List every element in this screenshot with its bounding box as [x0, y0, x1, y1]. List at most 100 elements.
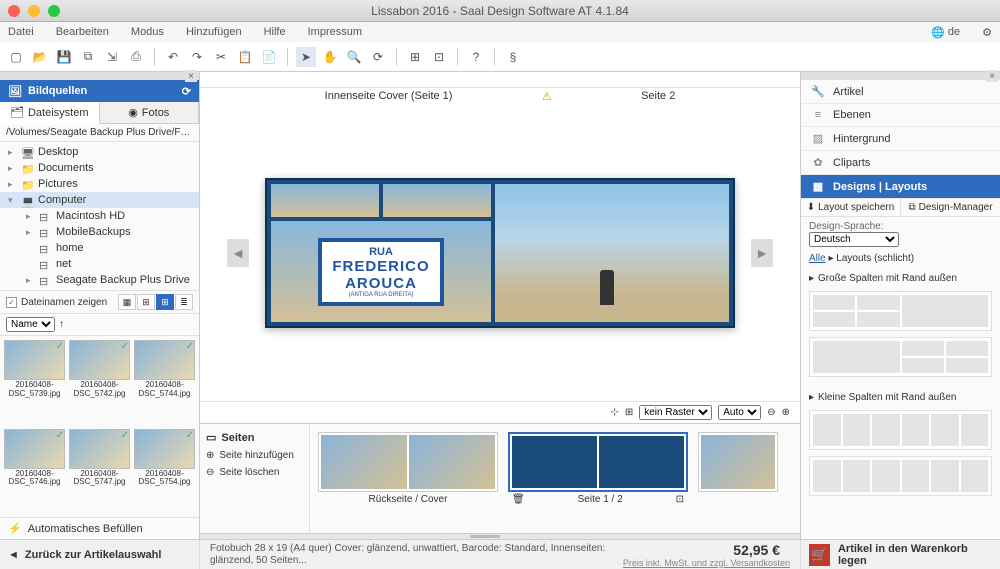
layout-group-large[interactable]: ▸Große Spalten mit Rand außen	[803, 270, 998, 287]
price-disclaimer: Preis inkl. MwSt. und zzgl. Versandkoste…	[623, 558, 790, 568]
accordion-cliparts[interactable]: ✿Cliparts	[801, 151, 1000, 175]
save-icon[interactable]: 💾	[54, 47, 74, 67]
warning-icon[interactable]: ⚠	[542, 90, 552, 103]
print-icon[interactable]: ⎙	[126, 47, 146, 67]
menu-modus[interactable]: Modus	[131, 26, 164, 38]
photo-frame-sign[interactable]: RUA FREDERICO AROUCA (ANTIGA RUA DIREITA…	[271, 221, 491, 322]
zoom-select[interactable]: Auto	[718, 405, 761, 420]
filter-all-link[interactable]: Alle	[809, 253, 826, 264]
accordion-designs[interactable]: ▦Designs | Layouts	[801, 175, 1000, 199]
crop-icon[interactable]: ⊡	[429, 47, 449, 67]
accordion-artikel[interactable]: 🔧Artikel	[801, 80, 1000, 104]
thumb-item[interactable]: ✓20160408-DSC_5746.jpg	[4, 429, 65, 514]
tree-drive-home[interactable]: ⊟home	[0, 240, 199, 256]
thumb-item[interactable]: ✓20160408-DSC_5744.jpg	[134, 340, 195, 425]
page-label-left: Innenseite Cover (Seite 1)	[325, 90, 453, 103]
menu-bearbeiten[interactable]: Bearbeiten	[56, 26, 109, 38]
horizontal-scrollbar[interactable]	[200, 533, 800, 539]
export-icon[interactable]: ⇲	[102, 47, 122, 67]
lock-icon[interactable]: ⊡	[676, 494, 684, 505]
zoom-tool-icon[interactable]: 🔍	[344, 47, 364, 67]
thumb-item[interactable]: ✓20160408-DSC_5739.jpg	[4, 340, 65, 425]
close-right-panel-icon[interactable]: ×	[986, 70, 998, 82]
tree-computer[interactable]: ▾💻Computer	[0, 192, 199, 208]
design-language-label: Design-Sprache:	[809, 221, 992, 232]
menu-impressum[interactable]: Impressum	[308, 26, 362, 38]
undo-icon[interactable]: ↶	[163, 47, 183, 67]
help-icon[interactable]: ?	[466, 47, 486, 67]
menu-hilfe[interactable]: Hilfe	[264, 26, 286, 38]
add-page-button[interactable]: ⊕Seite hinzufügen	[204, 447, 305, 464]
tree-pictures[interactable]: ▸📁Pictures	[0, 176, 199, 192]
thumb-item[interactable]: ✓20160408-DSC_5742.jpg	[69, 340, 130, 425]
open-folder-icon[interactable]: 📂	[30, 47, 50, 67]
tree-drive-seagate[interactable]: ▸⊟Seagate Backup Plus Drive	[0, 272, 199, 288]
redo-icon[interactable]: ↷	[187, 47, 207, 67]
cut-icon[interactable]: ✂	[211, 47, 231, 67]
accordion-hintergrund[interactable]: ▨Hintergrund	[801, 127, 1000, 151]
show-filenames-checkbox[interactable]: ✓	[6, 297, 17, 308]
tab-fotos[interactable]: ◉ Fotos	[100, 102, 200, 123]
thumb-item[interactable]: ✓20160408-DSC_5754.jpg	[134, 429, 195, 514]
add-to-cart-button[interactable]: 🛒 Artikel in den Warenkorb legen	[800, 540, 1000, 569]
next-page-button[interactable]: ►	[751, 239, 773, 267]
snap-icon[interactable]: ⊹	[610, 407, 618, 418]
hand-tool-icon[interactable]: ✋	[320, 47, 340, 67]
view-small-icon[interactable]: ▦	[118, 294, 136, 310]
layout-template[interactable]	[809, 291, 992, 331]
menu-datei[interactable]: Datei	[8, 26, 34, 38]
settings-gear-icon[interactable]: ⚙	[982, 26, 992, 39]
clipboard-icon[interactable]: 📄	[259, 47, 279, 67]
tree-drive-macintosh[interactable]: ▸⊟Macintosh HD	[0, 208, 199, 224]
pointer-tool-icon[interactable]: ➤	[296, 47, 316, 67]
tab-filesystem[interactable]: 🗂 Dateisystem	[0, 102, 100, 124]
page-thumb-cover[interactable]: Rückseite / Cover	[318, 432, 498, 505]
back-to-articles-button[interactable]: ◄ Zurück zur Artikelauswahl	[0, 540, 200, 569]
paste-icon[interactable]: 📋	[235, 47, 255, 67]
menu-hinzufuegen[interactable]: Hinzufügen	[186, 26, 242, 38]
language-selector[interactable]: 🌐 de	[931, 26, 960, 39]
grid-icon[interactable]: ⊞	[625, 407, 633, 418]
trash-icon[interactable]: 🗑	[512, 494, 525, 505]
view-list-icon[interactable]: ≣	[175, 294, 193, 310]
tree-drive-net[interactable]: ⊟net	[0, 256, 199, 272]
design-manager-button[interactable]: ⧉Design-Manager	[901, 199, 1000, 216]
layout-template[interactable]	[809, 337, 992, 377]
thumb-item[interactable]: ✓20160408-DSC_5747.jpg	[69, 429, 130, 514]
design-language-select[interactable]: Deutsch	[809, 232, 899, 247]
page-spread[interactable]: RUA FREDERICO AROUCA (ANTIGA RUA DIREITA…	[265, 178, 735, 328]
folder-tree: ▸🖥Desktop ▸📁Documents ▸📁Pictures ▾💻Compu…	[0, 142, 199, 290]
page-thumb-3-4[interactable]	[698, 432, 778, 492]
tree-desktop[interactable]: ▸🖥Desktop	[0, 144, 199, 160]
save-layout-button[interactable]: ⬇Layout speichern	[801, 199, 901, 216]
layout-template[interactable]	[809, 456, 992, 496]
layout-group-small[interactable]: ▸Kleine Spalten mit Rand außen	[803, 389, 998, 406]
tree-documents[interactable]: ▸📁Documents	[0, 160, 199, 176]
footer-bar: ◄ Zurück zur Artikelauswahl Fotobuch 28 …	[0, 539, 1000, 569]
zoom-out-icon[interactable]: ⊖	[767, 407, 775, 418]
refresh-icon[interactable]: ⟳	[182, 85, 191, 98]
zoom-in-icon[interactable]: ⊕	[782, 407, 790, 418]
paragraph-icon[interactable]: §	[503, 47, 523, 67]
tree-drive-mobilebackups[interactable]: ▸⊟MobileBackups	[0, 224, 199, 240]
rotate-tool-icon[interactable]: ⟳	[368, 47, 388, 67]
copy-icon[interactable]: ⧉	[78, 47, 98, 67]
auto-fill-button[interactable]: ⚡ Automatisches Befüllen	[0, 517, 199, 539]
photo-frame[interactable]	[271, 184, 379, 217]
current-path[interactable]: /Volumes/Seagate Backup Plus Drive/Fotos…	[0, 124, 199, 142]
sort-asc-icon[interactable]: ↑	[59, 319, 64, 330]
grid-select[interactable]: kein Raster	[639, 405, 712, 420]
close-left-panel-icon[interactable]: ×	[185, 70, 197, 82]
accordion-ebenen[interactable]: ≡Ebenen	[801, 104, 1000, 127]
image-frame-icon[interactable]: ⊞	[405, 47, 425, 67]
page-thumb-1-2[interactable]: 🗑 Seite 1 / 2 ⊡	[508, 432, 688, 505]
view-large-icon[interactable]: ⊞	[156, 294, 174, 310]
prev-page-button[interactable]: ◄	[227, 239, 249, 267]
sort-select[interactable]: Name	[6, 317, 55, 332]
view-medium-icon[interactable]: ⊞	[137, 294, 155, 310]
photo-frame[interactable]	[383, 184, 491, 217]
layout-template[interactable]	[809, 410, 992, 450]
photo-frame-large[interactable]	[495, 184, 729, 322]
new-file-icon[interactable]: ▢	[6, 47, 26, 67]
delete-page-button[interactable]: ⊖Seite löschen	[204, 464, 305, 481]
